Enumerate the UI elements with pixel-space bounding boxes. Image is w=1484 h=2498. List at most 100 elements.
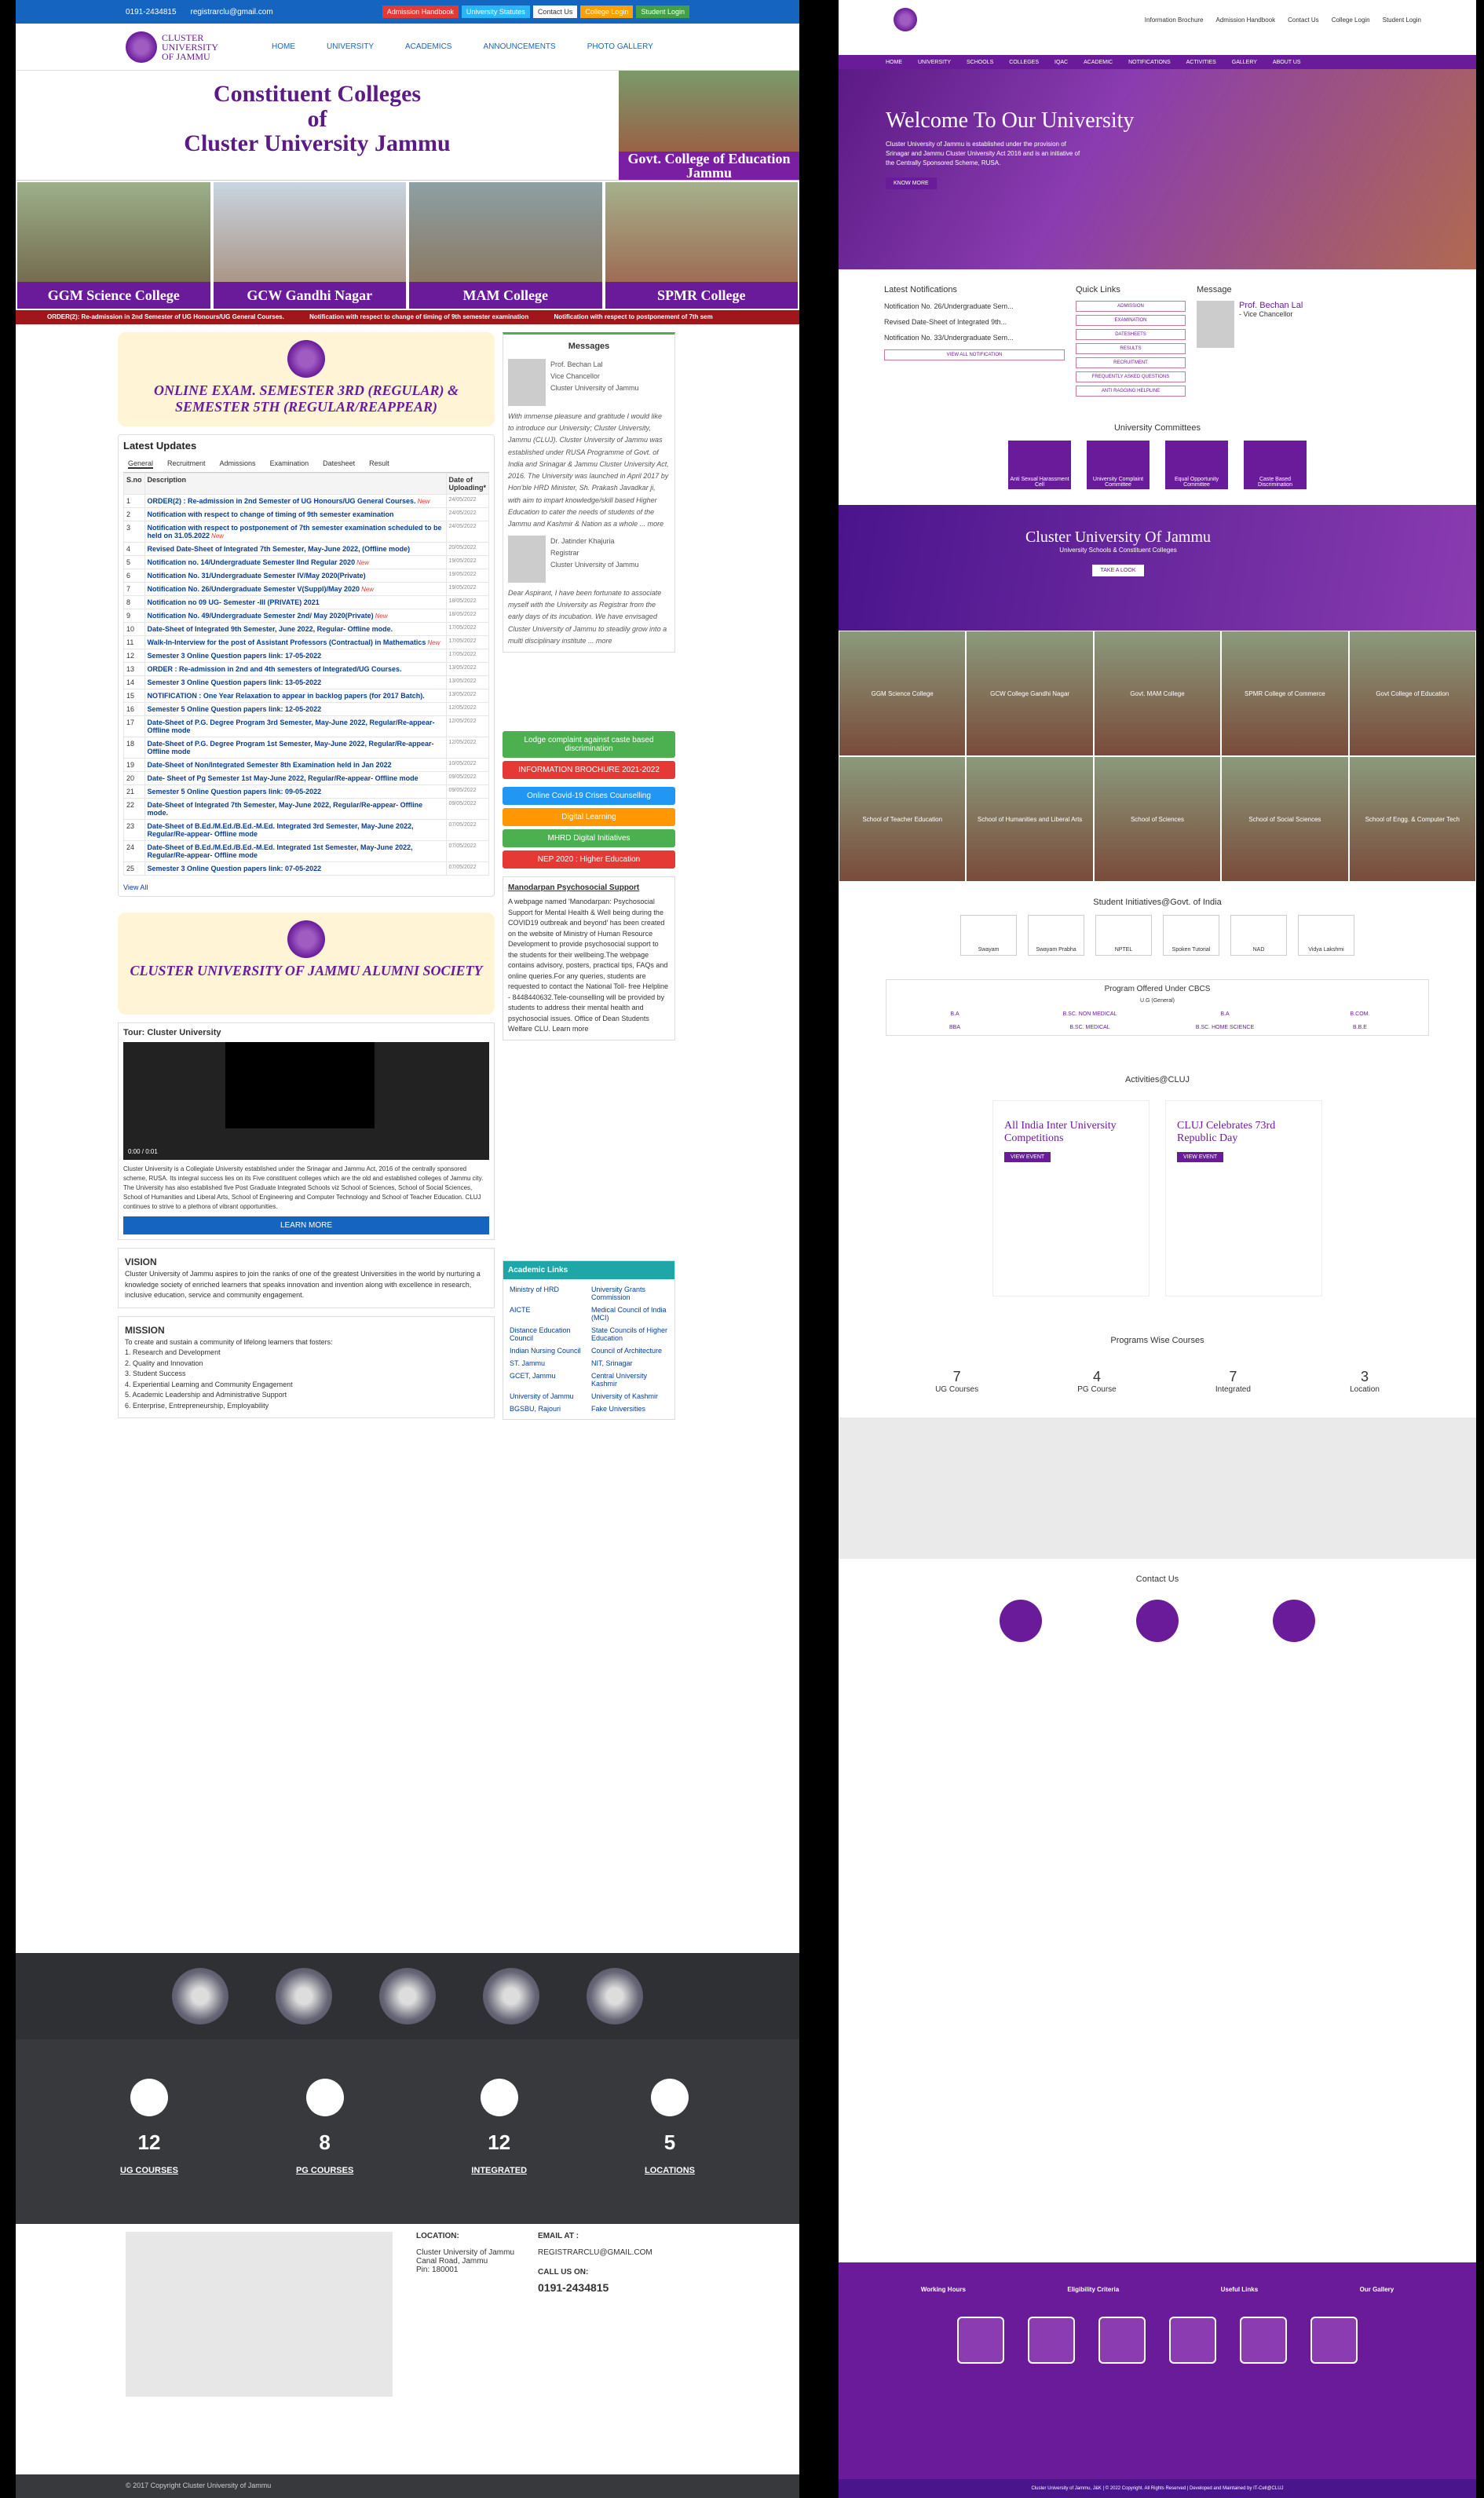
seal-logo[interactable] [172, 1968, 228, 2024]
view-event-button[interactable]: VIEW EVENT [1177, 1152, 1224, 1162]
notif-item[interactable]: Revised Date-Sheet of Integrated 9th... [884, 318, 1065, 326]
quick-link[interactable]: RECRUITMENT [1076, 357, 1186, 368]
course-item[interactable]: B.SC. MEDICAL [1026, 1025, 1153, 1030]
tab-recruitment[interactable]: Recruitment [167, 459, 206, 469]
ticker-item[interactable]: Notification with respect to change of t… [309, 313, 528, 320]
committee-card[interactable]: Caste Based Discrimination [1244, 441, 1307, 489]
update-link[interactable]: Revised Date-Sheet of Integrated 7th Sem… [148, 545, 411, 553]
quick-link[interactable]: FREQUENTLY ASKED QUESTIONS [1076, 371, 1186, 382]
seal-logo[interactable] [957, 2317, 1004, 2364]
college-photo[interactable]: MAM College [408, 181, 604, 310]
learn-more-button[interactable]: LEARN MORE [123, 1216, 489, 1234]
college-tile[interactable]: SPMR College of Commerce [1221, 631, 1349, 756]
committee-card[interactable]: University Complaint Committee [1087, 441, 1150, 489]
nav-home[interactable]: HOME [272, 42, 295, 51]
update-link[interactable]: Date-Sheet of P.G. Degree Program 3rd Se… [148, 719, 435, 734]
manodarpan-title[interactable]: Manodarpan Psychosocial Support [508, 882, 670, 894]
location-map[interactable] [126, 2232, 393, 2397]
phone-value[interactable]: 0191-2434815 [538, 2281, 652, 2294]
college-tile[interactable]: School of Humanities and Liberal Arts [966, 756, 1094, 882]
nav-item[interactable]: ACTIVITIES [1186, 60, 1216, 65]
activity-card[interactable]: All India Inter University Competitions V… [992, 1100, 1150, 1297]
quick-link[interactable]: RESULTS [1076, 343, 1186, 354]
initiative-card[interactable]: Spoken Tutorial [1163, 915, 1219, 956]
seal-logo[interactable] [483, 1968, 539, 2024]
tab-examination[interactable]: Examination [270, 459, 309, 469]
course-item[interactable]: B.COM. [1296, 1011, 1424, 1017]
academic-link[interactable]: University Grants Commission [591, 1286, 668, 1301]
committee-card[interactable]: Equal Opportunity Committee [1165, 441, 1228, 489]
academic-link[interactable]: BGSBU, Rajouri [510, 1405, 587, 1413]
covid-counselling-button[interactable]: Online Covid-19 Crises Counselling [503, 787, 675, 806]
college-photo[interactable]: GGM Science College [16, 181, 212, 310]
quick-link[interactable]: ANTI RAGGING HELPLINE [1076, 386, 1186, 397]
academic-link[interactable]: State Councils of Higher Education [591, 1326, 668, 1342]
update-link[interactable]: Walk-In-Interview for the post of Assist… [148, 638, 426, 646]
alumni-banner[interactable]: CLUSTER UNIVERSITY OF JAMMU ALUMNI SOCIE… [118, 913, 495, 1015]
seal-logo[interactable] [1169, 2317, 1216, 2364]
college-photo[interactable]: SPMR College [603, 181, 799, 310]
update-link[interactable]: Date-Sheet of Integrated 9th Semester, J… [148, 625, 393, 633]
view-event-button[interactable]: VIEW EVENT [1004, 1152, 1051, 1162]
seal-logo[interactable] [587, 1968, 643, 2024]
caste-complaint-button[interactable]: Lodge complaint against caste based disc… [503, 731, 675, 759]
academic-link[interactable]: University of Jammu [510, 1392, 587, 1400]
college-tile[interactable]: School of Engg. & Computer Tech [1348, 756, 1476, 882]
know-more-button[interactable]: KNOW MORE [886, 177, 937, 189]
update-link[interactable]: Notification no. 14/Undergraduate Semest… [148, 558, 356, 566]
college-tile[interactable]: Govt. MAM College [1093, 631, 1222, 756]
academic-link[interactable]: University of Kashmir [591, 1392, 668, 1400]
view-all-notif-button[interactable]: VIEW ALL NOTIFICATION [884, 349, 1065, 360]
academic-link[interactable]: AICTE [510, 1306, 587, 1322]
update-link[interactable]: Notification no 09 UG- Semester -III (PR… [148, 598, 320, 606]
update-link[interactable]: ORDER(2) : Re-admission in 2nd Semester … [148, 497, 416, 505]
update-link[interactable]: Notification with respect to change of t… [148, 510, 394, 518]
nav-university[interactable]: UNIVERSITY [327, 42, 374, 51]
update-link[interactable]: Date-Sheet of B.Ed./M.Ed./B.Ed.-M.Ed. In… [148, 822, 414, 838]
logo[interactable]: CLUSTER UNIVERSITY OF JAMMU [126, 31, 225, 63]
info-brochure-link[interactable]: Information Brochure [1145, 16, 1204, 24]
take-a-look-button[interactable]: TAKE A LOOK [1092, 565, 1144, 576]
email-value[interactable]: REGISTRARCLU@GMAIL.COM [538, 2248, 652, 2257]
quick-link[interactable]: DATESHEETS [1076, 329, 1186, 340]
seal-logo[interactable] [1240, 2317, 1287, 2364]
academic-link[interactable]: Distance Education Council [510, 1326, 587, 1342]
update-link[interactable]: Semester 5 Online Question papers link: … [148, 788, 322, 795]
right-map[interactable] [839, 1417, 1476, 1559]
academic-link[interactable]: GCET, Jammu [510, 1372, 587, 1388]
tab-general[interactable]: General [128, 459, 154, 469]
notif-item[interactable]: Notification No. 33/Undergraduate Sem... [884, 334, 1065, 342]
tour-video[interactable]: 0:00 / 0:01 [123, 1042, 489, 1160]
university-statutes-button[interactable]: University Statutes [461, 5, 530, 18]
email-icon[interactable] [1000, 1600, 1042, 1642]
brochure-button[interactable]: INFORMATION BROCHURE 2021-2022 [503, 761, 675, 780]
academic-link[interactable]: Central University Kashmir [591, 1372, 668, 1388]
nav-item[interactable]: SCHOOLS [967, 60, 993, 65]
update-link[interactable]: Notification with respect to postponemen… [148, 524, 442, 539]
nav-item[interactable]: ABOUT US [1273, 60, 1301, 65]
exam-banner[interactable]: ONLINE EXAM. SEMESTER 3RD (REGULAR) & SE… [118, 332, 495, 426]
course-item[interactable]: B.A [1161, 1011, 1288, 1017]
mhrd-initiatives-button[interactable]: MHRD Digital Initiatives [503, 829, 675, 848]
tab-result[interactable]: Result [369, 459, 389, 469]
update-link[interactable]: Date-Sheet of Non/Integrated Semester 8t… [148, 761, 392, 769]
update-link[interactable]: NOTIFICATION : One Year Relaxation to ap… [148, 692, 425, 700]
nav-item[interactable]: UNIVERSITY [918, 60, 951, 65]
academic-link[interactable]: Ministry of HRD [510, 1286, 587, 1301]
ticker-item[interactable]: ORDER(2): Re-admission in 2nd Semester o… [47, 313, 284, 320]
course-item[interactable]: B.A [891, 1011, 1018, 1017]
update-link[interactable]: Semester 5 Online Question papers link: … [148, 705, 322, 713]
course-item[interactable]: B.SC. NON MEDICAL [1026, 1011, 1153, 1017]
initiative-card[interactable]: NAD [1230, 915, 1287, 956]
right-logo[interactable] [894, 8, 917, 31]
seal-logo[interactable] [1310, 2317, 1358, 2364]
college-tile[interactable]: Govt College of Education [1348, 631, 1476, 756]
course-item[interactable]: B.SC. HOME SCIENCE [1161, 1025, 1288, 1030]
academic-link[interactable]: Council of Architecture [591, 1347, 668, 1355]
quick-link[interactable]: EXAMINATION [1076, 315, 1186, 326]
admission-handbook-link[interactable]: Admission Handbook [1216, 16, 1276, 24]
nav-item[interactable]: HOME [886, 60, 902, 65]
ticker-item[interactable]: Notification with respect to postponemen… [554, 313, 712, 320]
academic-link[interactable]: Medical Council of India (MCI) [591, 1306, 668, 1322]
update-link[interactable]: Semester 3 Online Question papers link: … [148, 678, 322, 686]
